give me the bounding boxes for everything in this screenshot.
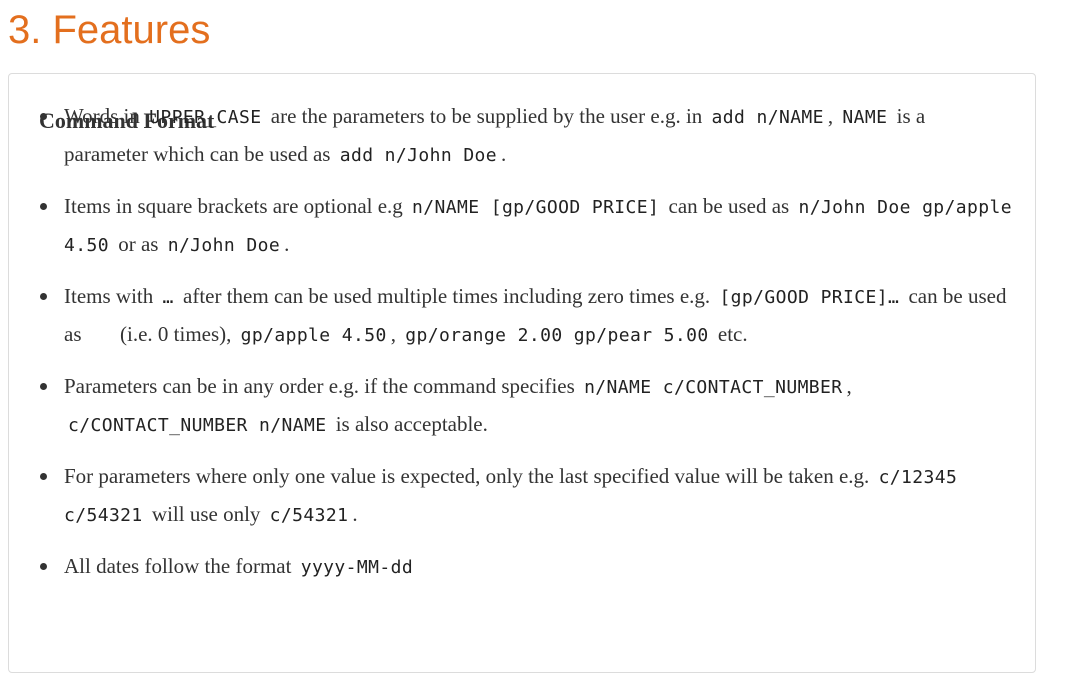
rule-text: , [390, 322, 396, 346]
inline-code: yyyy-MM-dd [300, 557, 414, 578]
rule-text: are the parameters to be supplied by the… [270, 104, 703, 128]
list-item: Items with … after them can be used mult… [40, 278, 1014, 354]
rule-text: is also acceptable. [335, 412, 488, 436]
rule-text: . [284, 232, 290, 256]
rule-text: Parameters can be in any order e.g. if t… [64, 374, 575, 398]
rule-text: . [352, 502, 358, 526]
rule-text: All dates follow the format [64, 554, 292, 578]
list-item: For parameters where only one value is e… [40, 458, 1014, 534]
inline-code: gp/apple 4.50 [240, 325, 387, 346]
inline-code: UPPER_CASE [149, 107, 262, 128]
inline-code: c/CONTACT_NUMBER n/NAME [68, 415, 327, 436]
list-item: All dates follow the format yyyy-MM-dd [40, 548, 1014, 586]
inline-code: add n/NAME [711, 107, 824, 128]
rule-text: , [846, 374, 852, 398]
inline-code: n/John Doe [167, 235, 281, 256]
rule-text: Items with [64, 284, 154, 308]
command-format-list: Words in UPPER_CASE are the parameters t… [40, 98, 1014, 600]
page-title: 3. Features [8, 8, 211, 52]
inline-code: [gp/GOOD PRICE]… [719, 287, 900, 308]
list-item: Words in UPPER_CASE are the parameters t… [40, 98, 1014, 174]
inline-code: c/54321 [269, 505, 349, 526]
rule-text: after them can be used multiple times in… [183, 284, 711, 308]
rule-text: . [501, 142, 507, 166]
rule-text: etc. [717, 322, 748, 346]
inline-code: NAME [842, 107, 888, 128]
rule-text: or as [118, 232, 159, 256]
list-item: Items in square brackets are optional e.… [40, 188, 1014, 264]
rule-text: (i.e. 0 times), [120, 322, 232, 346]
rule-text: can be used as [668, 194, 790, 218]
rule-text: Words in [64, 104, 140, 128]
inline-code: … [162, 287, 174, 308]
rule-text: will use only [151, 502, 261, 526]
inline-code: gp/orange 2.00 gp/pear 5.00 [405, 325, 709, 346]
inline-code: n/NAME [gp/GOOD PRICE] [412, 197, 660, 218]
inline-code: add n/John Doe [339, 145, 498, 166]
rule-text: , [827, 104, 834, 128]
rule-text: For parameters where only one value is e… [64, 464, 870, 488]
list-item: Parameters can be in any order e.g. if t… [40, 368, 1014, 444]
inline-code: n/NAME c/CONTACT_NUMBER [584, 377, 843, 398]
rule-text: Items in square brackets are optional e.… [64, 194, 403, 218]
